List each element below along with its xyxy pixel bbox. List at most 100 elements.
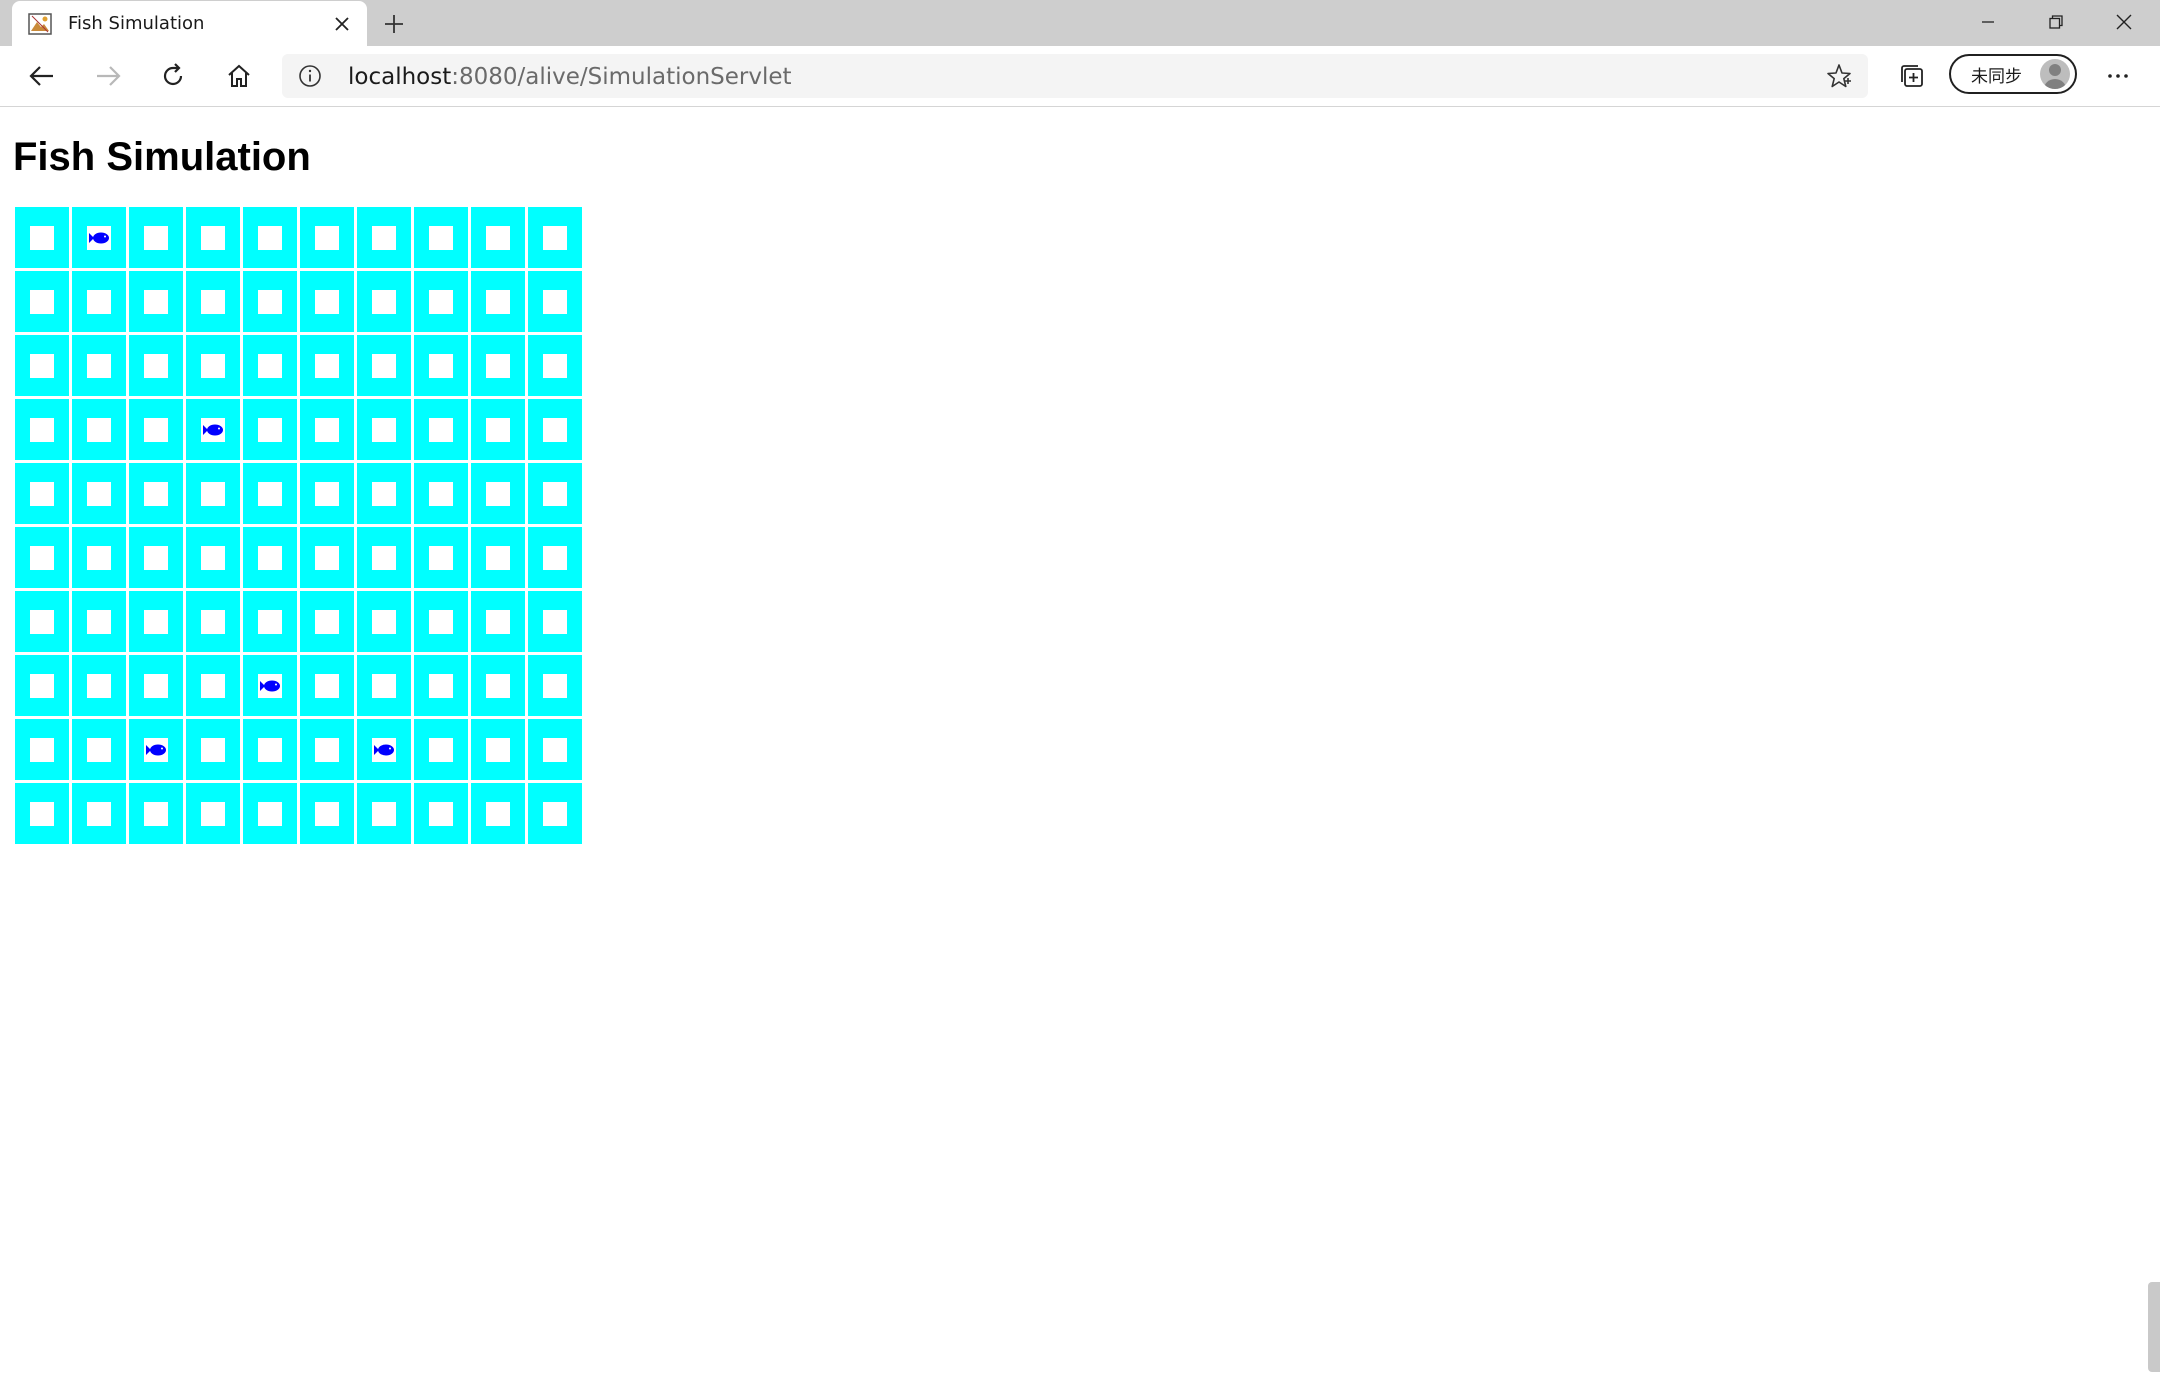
star-icon[interactable] bbox=[1824, 61, 1854, 91]
empty-cell bbox=[372, 481, 396, 506]
fish-icon bbox=[258, 673, 282, 698]
grid-cell bbox=[72, 463, 126, 524]
empty-cell bbox=[30, 225, 54, 250]
grid-cell bbox=[471, 591, 525, 652]
empty-cell bbox=[372, 545, 396, 570]
empty-cell bbox=[372, 801, 396, 826]
empty-cell bbox=[315, 673, 339, 698]
grid-cell bbox=[414, 719, 468, 780]
tab-fish-simulation[interactable]: Fish Simulation bbox=[12, 1, 367, 46]
empty-cell bbox=[486, 673, 510, 698]
grid-cell bbox=[129, 271, 183, 332]
grid-cell bbox=[129, 655, 183, 716]
grid-cell bbox=[243, 399, 297, 460]
window-close-icon[interactable] bbox=[2090, 0, 2158, 44]
empty-cell bbox=[315, 545, 339, 570]
grid-row bbox=[15, 719, 582, 780]
grid-cell bbox=[186, 271, 240, 332]
grid-cell bbox=[186, 591, 240, 652]
scrollbar-thumb[interactable] bbox=[2148, 1282, 2160, 1372]
grid-cell bbox=[414, 271, 468, 332]
plus-icon[interactable] bbox=[378, 8, 410, 40]
grid-cell bbox=[300, 783, 354, 844]
empty-cell bbox=[543, 289, 567, 314]
grid-row bbox=[15, 591, 582, 652]
empty-cell bbox=[87, 801, 111, 826]
info-icon[interactable] bbox=[296, 62, 324, 90]
empty-cell bbox=[30, 353, 54, 378]
grid-cell bbox=[186, 335, 240, 396]
address-text[interactable]: localhost:8080/alive/SimulationServlet bbox=[348, 64, 792, 90]
fish-icon bbox=[372, 737, 396, 762]
grid-cell bbox=[243, 527, 297, 588]
grid-cell bbox=[72, 783, 126, 844]
grid-cell bbox=[186, 399, 240, 460]
grid-cell bbox=[243, 655, 297, 716]
grid-cell bbox=[15, 783, 69, 844]
tab-strip: Fish Simulation bbox=[0, 0, 2160, 46]
empty-cell bbox=[429, 801, 453, 826]
grid-cell bbox=[414, 399, 468, 460]
grid-cell bbox=[186, 207, 240, 268]
grid-cell bbox=[471, 463, 525, 524]
fish-icon bbox=[144, 737, 168, 762]
grid-cell bbox=[300, 335, 354, 396]
grid-cell bbox=[15, 591, 69, 652]
home-icon[interactable] bbox=[219, 58, 259, 94]
grid-cell bbox=[243, 719, 297, 780]
empty-cell bbox=[543, 353, 567, 378]
grid-cell bbox=[414, 591, 468, 652]
grid-cell bbox=[528, 591, 582, 652]
collections-icon[interactable] bbox=[1892, 58, 1932, 94]
address-host: localhost bbox=[348, 64, 452, 90]
profile-button[interactable]: 未同步 bbox=[1949, 54, 2077, 94]
grid-cell bbox=[528, 655, 582, 716]
empty-cell bbox=[258, 225, 282, 250]
grid-cell bbox=[300, 719, 354, 780]
grid-cell bbox=[243, 591, 297, 652]
grid-row bbox=[15, 207, 582, 268]
empty-cell bbox=[486, 801, 510, 826]
empty-cell bbox=[201, 481, 225, 506]
empty-cell bbox=[429, 673, 453, 698]
empty-cell bbox=[144, 545, 168, 570]
tab-title: Fish Simulation bbox=[68, 13, 205, 34]
grid-row bbox=[15, 655, 582, 716]
minimize-icon[interactable] bbox=[1954, 0, 2022, 44]
profile-sync-label: 未同步 bbox=[1971, 66, 2022, 87]
grid-cell bbox=[414, 655, 468, 716]
grid-cell bbox=[129, 335, 183, 396]
empty-cell bbox=[429, 417, 453, 442]
grid-cell bbox=[357, 655, 411, 716]
empty-cell bbox=[372, 289, 396, 314]
grid-row bbox=[15, 335, 582, 396]
empty-cell bbox=[543, 417, 567, 442]
restore-icon[interactable] bbox=[2022, 0, 2090, 44]
grid-cell bbox=[528, 783, 582, 844]
grid-cell bbox=[471, 719, 525, 780]
empty-cell bbox=[30, 609, 54, 634]
empty-cell bbox=[30, 737, 54, 762]
grid-cell bbox=[414, 783, 468, 844]
refresh-icon[interactable] bbox=[153, 58, 193, 94]
forward-icon[interactable] bbox=[88, 58, 128, 94]
empty-cell bbox=[144, 289, 168, 314]
grid-cell bbox=[471, 527, 525, 588]
empty-cell bbox=[144, 417, 168, 442]
page-title: Fish Simulation bbox=[13, 135, 311, 179]
grid-row bbox=[15, 527, 582, 588]
grid-cell bbox=[300, 399, 354, 460]
close-icon[interactable] bbox=[327, 9, 357, 39]
empty-cell bbox=[486, 353, 510, 378]
empty-cell bbox=[486, 481, 510, 506]
empty-cell bbox=[372, 673, 396, 698]
empty-cell bbox=[258, 545, 282, 570]
empty-cell bbox=[87, 545, 111, 570]
toolbar: localhost:8080/alive/SimulationServlet 未… bbox=[0, 46, 2160, 107]
grid-cell bbox=[15, 271, 69, 332]
back-icon[interactable] bbox=[22, 58, 62, 94]
address-bar[interactable]: localhost:8080/alive/SimulationServlet bbox=[282, 54, 1868, 98]
ellipsis-icon[interactable] bbox=[2098, 58, 2138, 94]
empty-cell bbox=[486, 225, 510, 250]
grid-cell bbox=[15, 399, 69, 460]
